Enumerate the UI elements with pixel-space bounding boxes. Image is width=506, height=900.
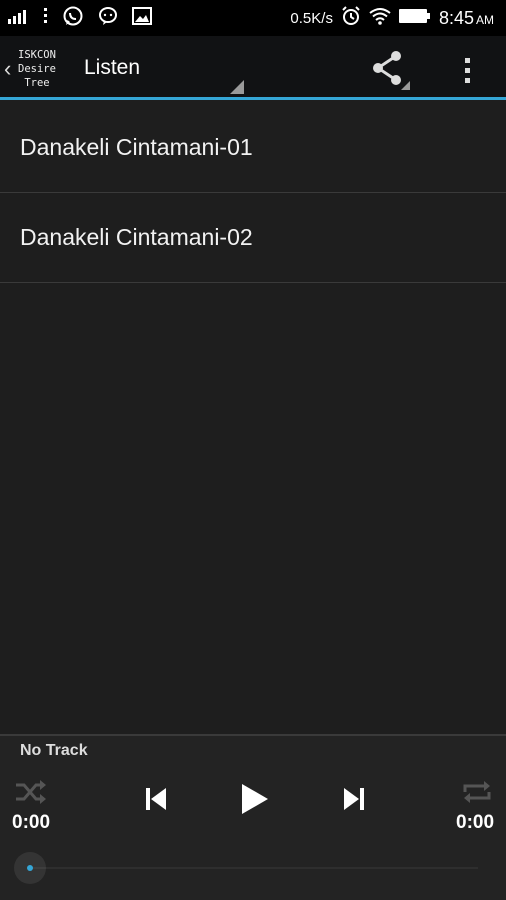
app-logo: ISKCON Desire Tree xyxy=(18,49,56,89)
list-item[interactable]: Danakeli Cintamani-02 xyxy=(0,193,506,283)
title-spinner[interactable]: Listen xyxy=(84,46,244,94)
now-playing-label: No Track xyxy=(20,742,88,759)
messenger-icon xyxy=(98,6,118,31)
share-button[interactable] xyxy=(364,48,412,92)
chevron-left-icon: ‹ xyxy=(4,56,12,81)
repeat-button[interactable] xyxy=(460,778,494,806)
media-player: No Track 0:00 0:00 xyxy=(0,734,506,900)
duration-time: 0:00 xyxy=(456,812,495,833)
track-title: Danakeli Cintamani-01 xyxy=(20,134,253,160)
shuffle-button[interactable] xyxy=(14,778,48,806)
signal-icon xyxy=(8,8,30,29)
battery-icon xyxy=(398,8,431,29)
track-title: Danakeli Cintamani-02 xyxy=(20,224,253,250)
share-dropdown-corner-icon xyxy=(401,81,410,90)
skip-next-icon xyxy=(344,788,364,810)
dropdown-corner-icon xyxy=(230,80,244,94)
overflow-dot-icon xyxy=(464,77,470,83)
previous-button[interactable] xyxy=(142,784,172,814)
elapsed-time: 0:00 xyxy=(12,812,51,833)
seek-track xyxy=(28,867,478,869)
alarm-icon xyxy=(341,5,361,31)
seek-thumb[interactable] xyxy=(14,852,46,884)
play-button[interactable] xyxy=(236,780,272,818)
action-bar: ‹ ISKCON Desire Tree Listen xyxy=(0,36,506,100)
skip-previous-icon xyxy=(146,788,166,810)
shuffle-icon xyxy=(16,780,46,804)
whatsapp-icon xyxy=(62,5,84,32)
track-list: Danakeli Cintamani-01 Danakeli Cintamani… xyxy=(0,103,506,283)
list-item[interactable]: Danakeli Cintamani-01 xyxy=(0,103,506,193)
gallery-icon xyxy=(132,6,152,30)
overflow-dot-icon xyxy=(464,57,470,63)
page-title: Listen xyxy=(84,56,141,79)
overflow-dot-icon xyxy=(464,67,470,73)
next-button[interactable] xyxy=(338,784,368,814)
network-speed: 0.5K/s xyxy=(290,9,333,27)
play-icon xyxy=(242,784,268,814)
overflow-menu-button[interactable] xyxy=(452,50,482,90)
wifi-icon xyxy=(369,7,391,30)
seek-bar[interactable] xyxy=(14,852,478,884)
more-dots-icon xyxy=(44,7,48,29)
repeat-icon xyxy=(463,781,491,803)
status-bar: 0.5K/s 8:45 AM xyxy=(0,0,506,36)
clock: 8:45 AM xyxy=(438,7,494,28)
home-up-button[interactable]: ‹ ISKCON Desire Tree xyxy=(4,44,64,94)
